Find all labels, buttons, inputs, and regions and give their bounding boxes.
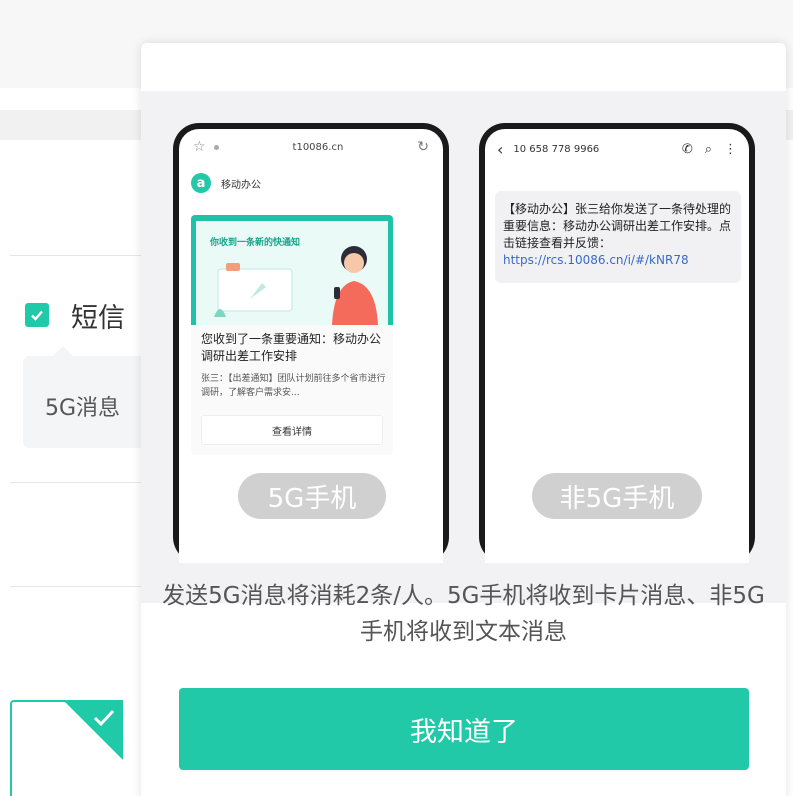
more-icon: ⋮ bbox=[724, 141, 737, 157]
sms-link[interactable]: https://rcs.10086.cn/i/#/kNR78 bbox=[503, 253, 689, 267]
banner-text: 你收到一条新的快通知 bbox=[210, 238, 301, 248]
sms-checkbox[interactable] bbox=[25, 303, 49, 327]
back-icon: ‹ bbox=[497, 139, 504, 159]
card-banner: 你收到一条新的快通知 bbox=[191, 215, 393, 325]
woman-illustration bbox=[332, 246, 378, 325]
divider bbox=[10, 482, 150, 483]
browser-url: t10086.cn bbox=[292, 141, 344, 153]
app-header: a 移动办公 bbox=[191, 173, 261, 193]
banner-illustration: 你收到一条新的快通知 bbox=[196, 221, 388, 325]
search-icon: ⌕ bbox=[704, 141, 712, 157]
sms-text: 【移动办公】张三给你发送了一条待处理的重要信息：移动办公调研出差工作安排。点击链… bbox=[503, 202, 732, 250]
view-details-button[interactable]: 查看详情 bbox=[201, 415, 383, 445]
card-title: 您收到了一条重要通知：移动办公调研出差工作安排 bbox=[201, 332, 382, 363]
5g-message-dialog: ☆ t10086.cn ↻ a 移动办公 你收到一条新的快通知 您收到了一条重要… bbox=[141, 43, 786, 796]
non-5g-phone-tag: 非5G手机 bbox=[532, 473, 702, 519]
app-logo-icon: a bbox=[191, 173, 211, 193]
browser-bar: ☆ t10086.cn ↻ bbox=[179, 129, 443, 165]
divider bbox=[10, 586, 150, 587]
dialog-notice: 发送5G消息将消耗2条/人。5G手机将收到卡片消息、非5G手机将收到文本消息 bbox=[162, 583, 765, 645]
tip-text: 5G消息 bbox=[45, 396, 121, 421]
phone-icon: ✆ bbox=[681, 141, 693, 157]
sms-header-bar: ‹ 10 658 778 9966 ✆ ⌕ ⋮ bbox=[485, 129, 749, 169]
reload-icon: ↻ bbox=[417, 139, 429, 155]
card-description: 张三：【出差通知】团队计划前往多个省市进行调研，了解客户需求安... bbox=[201, 374, 386, 398]
app-name: 移动办公 bbox=[221, 179, 261, 191]
check-icon bbox=[31, 310, 43, 321]
rich-message-card: 你收到一条新的快通知 您收到了一条重要通知：移动办公调研出差工作安排 张三：【出… bbox=[191, 215, 393, 455]
sms-message-bubble: 【移动办公】张三给你发送了一条待处理的重要信息：移动办公调研出差工作安排。点击链… bbox=[495, 191, 741, 283]
confirm-button[interactable]: 我知道了 bbox=[179, 688, 749, 770]
rocket-illustration bbox=[214, 263, 293, 317]
check-icon bbox=[93, 709, 115, 727]
star-icon: ☆ bbox=[193, 139, 206, 155]
sms-option-label[interactable]: 短信 bbox=[71, 296, 125, 335]
sender-number: 10 658 778 9966 bbox=[513, 143, 600, 155]
5g-phone-tag: 5G手机 bbox=[238, 473, 386, 519]
5g-message-tip: 5G消息 bbox=[23, 346, 153, 448]
divider bbox=[10, 255, 150, 256]
